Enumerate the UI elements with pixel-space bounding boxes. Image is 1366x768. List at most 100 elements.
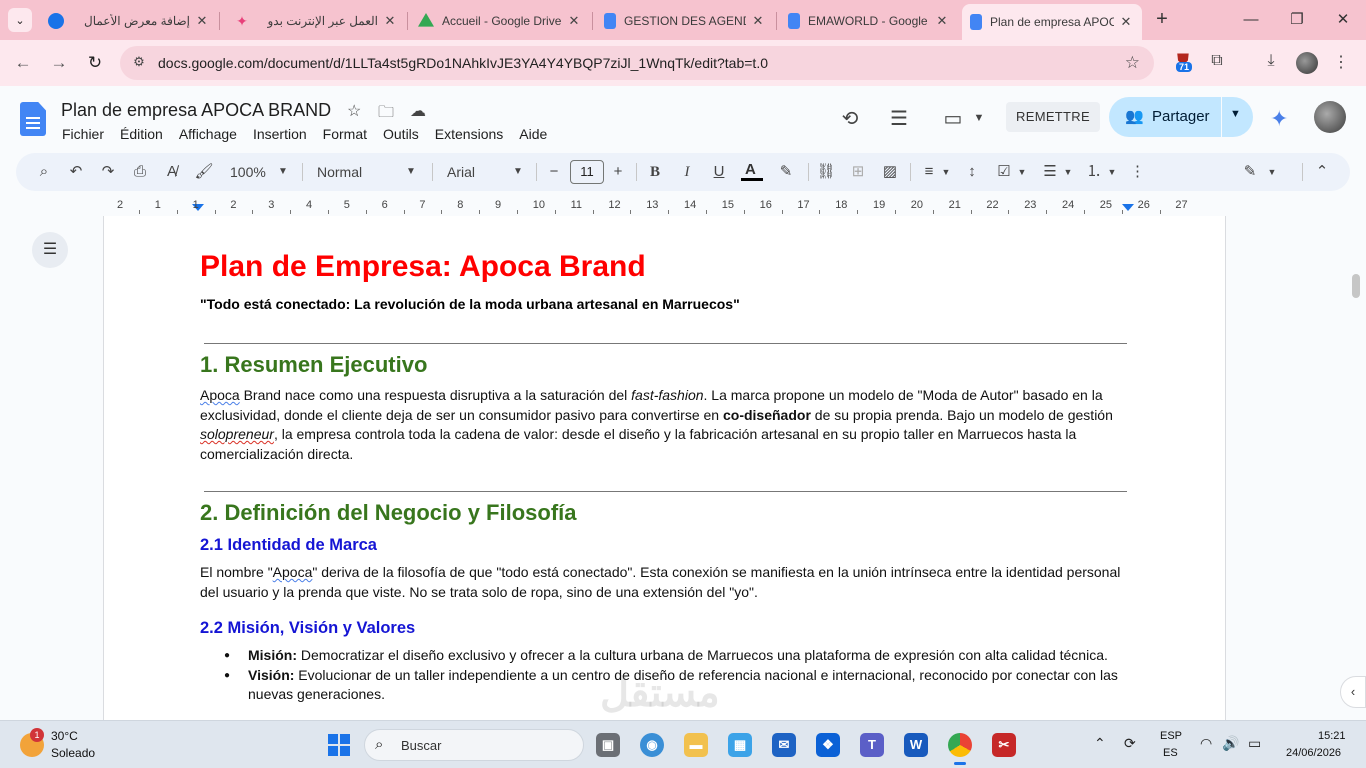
increase-font-size-button[interactable]: + bbox=[610, 162, 626, 182]
highlight-icon[interactable]: ✎ bbox=[776, 162, 796, 182]
numbered-list-icon[interactable]: ⒈ bbox=[1084, 162, 1104, 182]
file-explorer-icon[interactable]: ▬ bbox=[684, 733, 708, 757]
menu-format[interactable]: Format bbox=[315, 124, 375, 144]
keyboard-layout[interactable]: ES bbox=[1163, 747, 1178, 759]
chevron-down-icon[interactable]: ▼ bbox=[404, 162, 418, 182]
editing-mode-icon[interactable]: ✎ bbox=[1240, 162, 1260, 182]
cloud-saved-icon[interactable]: ☁ bbox=[410, 101, 426, 121]
chevron-down-icon[interactable]: ▼ bbox=[1106, 162, 1118, 182]
menu-affichage[interactable]: Affichage bbox=[171, 124, 245, 144]
vertical-scrollbar[interactable] bbox=[1352, 274, 1360, 298]
menu-insertion[interactable]: Insertion bbox=[245, 124, 315, 144]
checklist-icon[interactable]: ☑ bbox=[994, 162, 1014, 182]
chevron-down-icon[interactable]: ▼ bbox=[966, 112, 992, 124]
search-menus-icon[interactable]: ⌕ bbox=[34, 162, 54, 182]
font-size-input[interactable]: 11 bbox=[570, 160, 604, 184]
browser-tab[interactable]: إضافة معرض الأعمال ✕ bbox=[40, 6, 218, 36]
hide-menus-icon[interactable]: ⌃ bbox=[1312, 162, 1332, 182]
clock-time[interactable]: 15:21 bbox=[1318, 730, 1346, 742]
add-comment-icon[interactable]: ⊞ bbox=[848, 162, 868, 182]
chevron-down-icon[interactable]: ▼ bbox=[1062, 162, 1074, 182]
menu-edition[interactable]: Édition bbox=[112, 124, 171, 144]
restore-button[interactable]: ❐ bbox=[1282, 8, 1312, 32]
mail-icon[interactable]: ✉ bbox=[772, 733, 796, 757]
browser-tab[interactable]: GESTION DES AGENDA ✕ bbox=[596, 6, 774, 36]
forward-button[interactable]: → bbox=[46, 50, 72, 76]
more-vertical-icon[interactable]: ⋮ bbox=[1130, 162, 1145, 182]
profile-avatar[interactable] bbox=[1296, 52, 1318, 74]
share-dropdown-icon[interactable]: ▼ bbox=[1230, 108, 1241, 120]
account-avatar[interactable] bbox=[1314, 101, 1346, 133]
volume-icon[interactable]: 🔊 bbox=[1222, 735, 1239, 752]
line-spacing-icon[interactable]: ↕ bbox=[962, 162, 982, 182]
redo-icon[interactable]: ↷ bbox=[98, 162, 118, 182]
chrome-icon[interactable] bbox=[948, 733, 972, 765]
close-icon[interactable]: ✕ bbox=[382, 13, 398, 29]
document-page[interactable]: Plan de Empresa: Apoca Brand "Todo está … bbox=[103, 216, 1226, 720]
download-icon[interactable]: ⤓ bbox=[1260, 52, 1282, 74]
more-vertical-icon[interactable]: ⋮ bbox=[1330, 52, 1352, 74]
horizontal-ruler[interactable]: 2 1 1 2 3 4 5 6 7 8 9 10 11 12 13 14 15 16 17 18 19 20 21 22 23 2… bbox=[102, 198, 1226, 216]
chevron-down-icon[interactable]: ▼ bbox=[940, 162, 952, 182]
site-settings-icon[interactable]: ⚙ bbox=[130, 54, 148, 72]
paint-format-icon[interactable]: 🖌 bbox=[194, 162, 214, 182]
address-bar[interactable]: ⚙ docs.google.com/document/d/1LLTa4st5gR… bbox=[120, 46, 1154, 80]
version-history-icon[interactable]: ⟲ bbox=[837, 106, 863, 131]
reload-button[interactable]: ↻ bbox=[82, 50, 108, 76]
text-color-button[interactable]: A bbox=[741, 161, 763, 181]
sync-icon[interactable]: ⟳ bbox=[1124, 735, 1136, 752]
star-icon[interactable]: ☆ bbox=[347, 101, 361, 121]
widgets-icon[interactable]: ◉ bbox=[640, 733, 664, 757]
insert-link-icon[interactable]: ⛓ bbox=[816, 162, 836, 182]
new-tab-button[interactable]: + bbox=[1150, 8, 1174, 32]
taskbar-search[interactable]: ⌕ Buscar bbox=[364, 729, 584, 761]
font-family-select[interactable]: Arial bbox=[447, 162, 475, 182]
menu-aide[interactable]: Aide bbox=[511, 124, 555, 144]
undo-icon[interactable]: ↶ bbox=[66, 162, 86, 182]
word-icon[interactable]: W bbox=[904, 733, 928, 757]
meet-camera-icon[interactable]: ▭ bbox=[940, 106, 966, 131]
share-button[interactable]: 👥 Partager ▼ bbox=[1109, 97, 1253, 137]
close-window-button[interactable]: ✕ bbox=[1328, 8, 1358, 32]
weather-description[interactable]: Soleado bbox=[51, 746, 95, 760]
battery-icon[interactable]: ▭ bbox=[1248, 735, 1261, 752]
dropbox-icon[interactable]: ❖ bbox=[816, 733, 840, 757]
clock-date[interactable]: 24/06/2026 bbox=[1286, 747, 1341, 759]
decrease-font-size-button[interactable]: − bbox=[546, 162, 562, 182]
teams-icon[interactable]: T bbox=[860, 733, 884, 757]
close-icon[interactable]: ✕ bbox=[1118, 14, 1134, 30]
browser-tab-active[interactable]: Plan de empresa APOCA ✕ bbox=[962, 4, 1142, 40]
chevron-down-icon[interactable]: ▼ bbox=[511, 162, 525, 182]
start-button[interactable] bbox=[328, 734, 350, 756]
italic-button[interactable]: I bbox=[678, 162, 696, 182]
close-icon[interactable]: ✕ bbox=[750, 13, 766, 29]
remettre-button[interactable]: REMETTRE bbox=[1006, 102, 1100, 132]
print-icon[interactable]: ⎙ bbox=[130, 162, 150, 182]
weather-temperature[interactable]: 30°C bbox=[51, 729, 78, 743]
docs-logo-icon[interactable] bbox=[20, 102, 46, 136]
gemini-icon[interactable]: ✦ bbox=[1270, 106, 1288, 132]
underline-button[interactable]: U bbox=[710, 162, 728, 182]
browser-tab[interactable]: ✦ العمل عبر الإنترنت بدو ✕ bbox=[226, 6, 406, 36]
browser-tab[interactable]: Accueil - Google Drive ✕ bbox=[410, 6, 590, 36]
insert-image-icon[interactable]: ▨ bbox=[880, 162, 900, 182]
task-view-icon[interactable]: ▣ bbox=[596, 733, 620, 757]
minimize-button[interactable]: — bbox=[1236, 8, 1266, 32]
url-text[interactable]: docs.google.com/document/d/1LLTa4st5gRDo… bbox=[158, 55, 768, 71]
bulleted-list-icon[interactable]: ☰ bbox=[1040, 162, 1060, 182]
menu-extensions[interactable]: Extensions bbox=[427, 124, 511, 144]
menu-fichier[interactable]: Fichier bbox=[54, 124, 112, 144]
bookmark-star-icon[interactable]: ☆ bbox=[1125, 53, 1140, 73]
menu-outils[interactable]: Outils bbox=[375, 124, 427, 144]
align-left-icon[interactable]: ≡ bbox=[919, 162, 939, 182]
extensions-puzzle-icon[interactable]: ⧉ bbox=[1206, 52, 1228, 74]
zoom-select[interactable]: 100% bbox=[230, 162, 266, 182]
language-indicator[interactable]: ESP bbox=[1160, 730, 1182, 742]
chevron-down-icon[interactable]: ▼ bbox=[1266, 162, 1278, 182]
comments-icon[interactable]: ☰ bbox=[886, 106, 912, 131]
tab-search-button[interactable]: ⌄ bbox=[8, 8, 32, 32]
wifi-icon[interactable]: ◠ bbox=[1200, 735, 1212, 752]
browser-tab[interactable]: EMAWORLD - Google ✕ bbox=[780, 6, 958, 36]
document-outline-button[interactable]: ☰ bbox=[32, 232, 68, 268]
bold-button[interactable]: B bbox=[646, 162, 664, 182]
